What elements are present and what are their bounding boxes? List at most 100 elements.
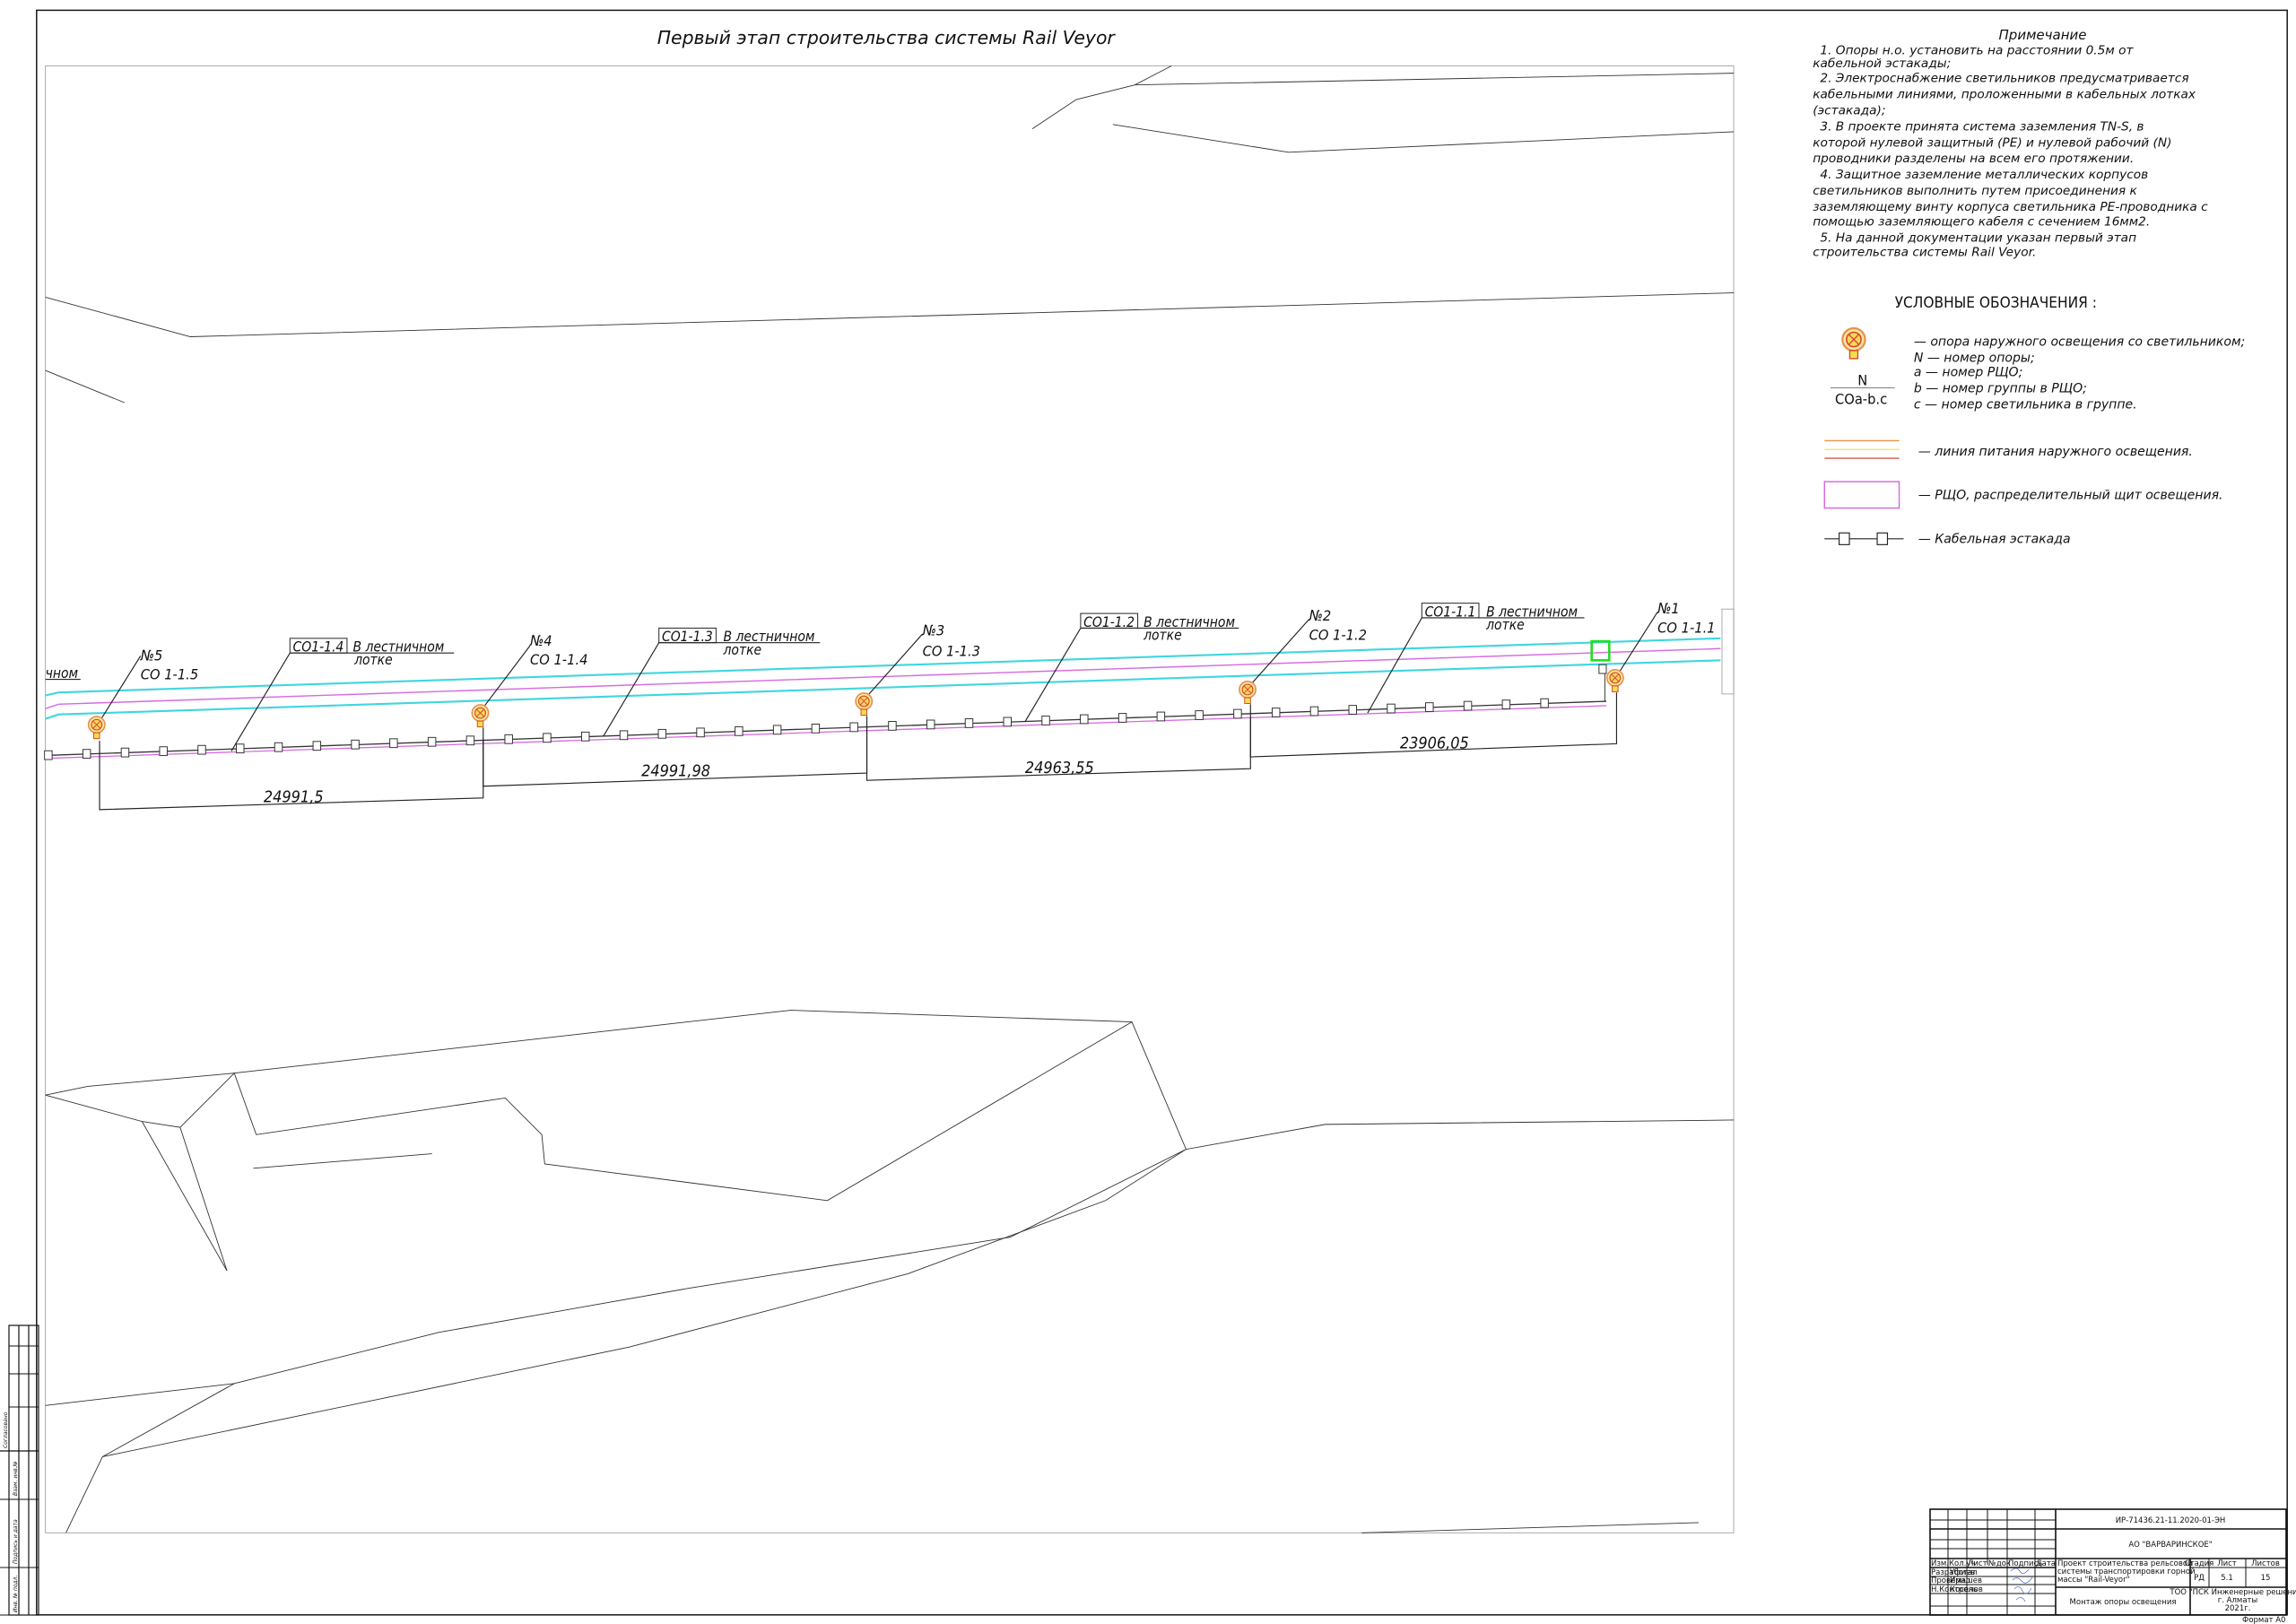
tb-header: Изм. [1931, 1559, 1949, 1568]
pole-number: №4 [529, 632, 552, 649]
tray-support [811, 723, 821, 734]
note-line: кабельными линиями, проложенными в кабел… [1813, 87, 2196, 101]
note-line: 4. Защитное заземление металлических кор… [1820, 168, 2148, 182]
note-line: строительства системы Rail Veyor. [1813, 246, 2036, 260]
panel-support [1598, 664, 1607, 674]
cable-note: лотке [1143, 627, 1182, 643]
pole-number: №5 [140, 647, 163, 664]
tray-support [1118, 713, 1127, 723]
sheets-label: Листов [2251, 1559, 2280, 1568]
drawing-name: Монтаж опоры освещения [2070, 1598, 2177, 1607]
legend-pole-icon [1841, 326, 1866, 360]
note-line: заземляющему винту корпуса светильника P… [1813, 200, 2208, 214]
dimension-label: 24991,98 [641, 761, 710, 780]
legend-pole-line: a — номер РЩО; [1914, 366, 2022, 380]
tray-support [1003, 716, 1012, 727]
tray-support [1041, 716, 1050, 725]
note-line: (эстакада); [1813, 103, 1885, 117]
pole-number: №1 [1657, 600, 1680, 617]
pole-number: №3 [922, 622, 945, 639]
tray-support [236, 743, 245, 754]
legend-header: УСЛОВНЫЕ ОБОЗНАЧЕНИЯ : [1895, 294, 2097, 312]
notes: Примечание 1. Опоры н.о. установить на р… [1813, 27, 2208, 260]
tray-support [1425, 702, 1434, 712]
tray-support [389, 738, 398, 749]
legend-pole-n: N [1857, 371, 1867, 388]
tray-support [1233, 708, 1242, 719]
cable-code: CO1-1.3 [662, 629, 713, 645]
tray-support [351, 739, 360, 750]
legend: УСЛОВНЫЕ ОБОЗНАЧЕНИЯ : N COa-b.c — опора… [1823, 294, 2245, 547]
note-line: кабельной эстакады; [1813, 56, 1951, 71]
note-line: 3. В проекте принята система заземления … [1820, 119, 2144, 134]
note-line: 5. На данной документации указан первый … [1820, 230, 2136, 245]
tb-header: Дата [2036, 1559, 2056, 1568]
legend-tray: — Кабельная эстакада [1918, 533, 2071, 547]
dimension-label: 24963,55 [1025, 759, 1094, 777]
cable-code: CO1-1.4 [293, 639, 344, 656]
legend-power-line: — линия питания наружного освещения. [1918, 445, 2193, 459]
note-line: помощью заземляющего кабеля с сечением 1… [1813, 214, 2150, 229]
cut-label: чном [46, 665, 78, 682]
tray-support [1309, 706, 1319, 716]
pole-code: CO 1-1.2 [1309, 626, 1367, 643]
tray-support [1348, 705, 1357, 715]
light-pole-5[interactable] [87, 716, 106, 740]
title-block: ИР-71436.21-11.2020-01-ЭН АО "ВАРВАРИНСК… [1929, 1508, 2296, 1624]
cable-code: CO1-1.1 [1425, 604, 1476, 620]
legend-pole-line: — опора наружного освещения со светильни… [1914, 334, 2245, 349]
stage-label: Стадия [2185, 1559, 2214, 1568]
tray-support [197, 744, 206, 755]
tray-support [159, 746, 168, 757]
note-line: которой нулевой защитный (PE) и нулевой … [1813, 135, 2171, 150]
tray-support [580, 731, 590, 742]
light-pole-2[interactable] [1239, 681, 1257, 705]
tray-support [888, 721, 897, 731]
pole-number: №2 [1309, 607, 1332, 624]
tray-support [120, 747, 130, 758]
tray-support [1501, 699, 1511, 709]
cable-tray [44, 673, 1607, 760]
legend-panel-icon [1823, 481, 1900, 509]
lighting-panel[interactable] [1590, 639, 1611, 662]
legend-tray-icon [1824, 532, 1904, 545]
legend-pole-line: N — номер опоры; [1914, 351, 2035, 365]
drawing-sheet: Первый этап строительства системы Rail V… [0, 9, 2296, 1624]
customer: АО "ВАРВАРИНСКОЕ" [2128, 1541, 2212, 1550]
cable-label-3: CO1-1.3 В лестничном лотке [658, 627, 814, 658]
tray-support [657, 728, 667, 739]
tray-support [735, 725, 744, 736]
cable-note: лотке [1485, 617, 1525, 633]
light-pole-4[interactable] [471, 704, 490, 728]
project-name: массы "Rail-Veyor" [2057, 1576, 2130, 1585]
cable-note: лотке [723, 642, 762, 658]
tray-support [82, 749, 91, 760]
stamp-label: Подпись и дата [13, 1519, 19, 1564]
tray-support [543, 733, 552, 743]
legend-pole-code: COa-b.c [1835, 391, 1887, 408]
stamp-label: Инв. № подл. [13, 1576, 19, 1612]
sheet-format: Формат А0 [2242, 1616, 2285, 1624]
company-year: 2021г. [2225, 1604, 2251, 1613]
tray-support [312, 741, 322, 751]
cable-note: лотке [353, 652, 393, 668]
light-pole-1[interactable] [1605, 668, 1624, 693]
cable-label-1: CO1-1.1 В лестничном лотке [1421, 603, 1578, 633]
tray-support [772, 725, 782, 735]
dimension-label: 23906,05 [1400, 734, 1469, 752]
notes-header: Примечание [1999, 27, 2087, 43]
tray-support [1387, 703, 1396, 714]
tray-support [465, 735, 475, 746]
legend-panel: — РЩО, распределительный щит освещения. [1918, 489, 2223, 503]
tray-support [1540, 698, 1549, 708]
tray-support [619, 730, 629, 741]
sheet-value: 5.1 [2221, 1574, 2233, 1583]
note-line: 1. Опоры н.о. установить на расстоянии 0… [1820, 43, 2134, 57]
tray-support [964, 718, 974, 728]
side-stamp: Согласовано Взам. инв.№ Подпись и дата И… [0, 1324, 39, 1616]
tray-support [1463, 700, 1473, 711]
sheets-value: 15 [2261, 1574, 2271, 1583]
stamp-label: Взам. инв.№ [13, 1461, 19, 1496]
pole-code: CO 1-1.3 [923, 642, 980, 659]
light-pole-3[interactable] [855, 692, 874, 716]
